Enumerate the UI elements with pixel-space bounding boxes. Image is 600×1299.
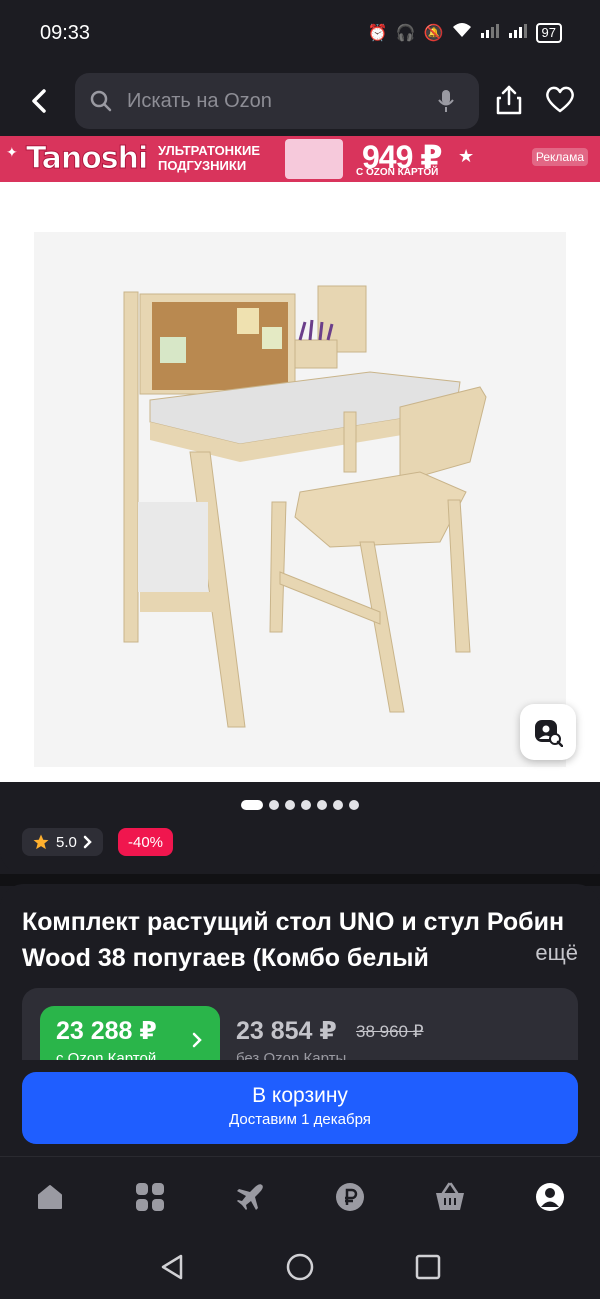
back-button[interactable] <box>22 84 56 118</box>
status-icons: ⏰ 🎧 🔕 97 <box>368 22 562 43</box>
system-back-button[interactable] <box>157 1252 187 1282</box>
diaper-pack-image <box>285 139 343 179</box>
circle-home-icon <box>286 1253 314 1281</box>
wifi-icon <box>452 22 472 43</box>
ruble-icon <box>336 1183 364 1211</box>
search-bar[interactable] <box>75 73 479 129</box>
share-button[interactable] <box>494 84 526 118</box>
signal-icon <box>480 22 500 43</box>
system-nav-bar <box>0 1236 600 1299</box>
favorite-button[interactable] <box>544 84 578 118</box>
gallery-dot[interactable] <box>317 800 327 810</box>
rating-row: 5.0 -40% <box>0 810 600 874</box>
nav-catalog[interactable] <box>134 1181 166 1213</box>
star-decoration-icon: ★ <box>458 146 475 166</box>
chevron-right-icon <box>83 835 92 849</box>
nav-profile[interactable] <box>534 1181 566 1213</box>
system-home-button[interactable] <box>285 1252 315 1282</box>
chevron-right-icon <box>192 1032 202 1048</box>
ozon-card-price-value: 23 288 ₽ <box>56 1017 157 1045</box>
rating-badge[interactable]: 5.0 <box>22 828 103 856</box>
product-image <box>34 232 566 767</box>
old-price: 38 960 ₽ <box>356 1022 424 1041</box>
signal-icon-2 <box>508 22 528 43</box>
ozon-card-price[interactable]: 23 288 ₽ с Ozon Картой <box>40 1006 220 1062</box>
alarm-icon: ⏰ <box>367 24 388 42</box>
star-icon <box>33 834 49 850</box>
mute-icon: 🔕 <box>423 24 444 42</box>
add-to-cart-button[interactable]: В корзину Доставим 1 декабря <box>22 1072 578 1144</box>
nav-home[interactable] <box>34 1181 66 1213</box>
profile-icon <box>536 1183 564 1211</box>
catalog-icon <box>136 1183 164 1211</box>
search-icon <box>89 89 113 118</box>
product-gallery[interactable] <box>0 182 600 782</box>
image-search-icon <box>535 720 563 747</box>
triangle-back-icon <box>161 1254 183 1280</box>
status-time: 09:33 <box>40 22 91 44</box>
ad-label: Реклама <box>531 148 588 166</box>
discount-badge: -40% <box>118 828 174 856</box>
chevron-left-icon <box>32 89 46 113</box>
microphone-icon[interactable] <box>437 89 455 118</box>
delivery-date: Доставим 1 декабря <box>229 1111 371 1128</box>
home-icon <box>38 1185 62 1209</box>
star-decoration-icon: ✦ <box>6 144 18 160</box>
nav-travel[interactable] <box>234 1181 266 1213</box>
system-recents-button[interactable] <box>413 1252 443 1282</box>
headphones-icon: 🎧 <box>395 24 416 42</box>
heart-icon <box>546 86 574 113</box>
banner-tagline-line1: УЛЬТРАТОНКИЕ <box>158 143 261 158</box>
price-box: 23 288 ₽ с Ozon Картой 23 854 ₽ 38 960 ₽… <box>22 988 578 1062</box>
gallery-dot[interactable] <box>301 800 311 810</box>
gallery-dot[interactable] <box>333 800 343 810</box>
banner-tagline-line2: ПОДГУЗНИКИ <box>158 158 247 173</box>
nav-cart[interactable] <box>434 1181 466 1213</box>
cart-area: В корзину Доставим 1 декабря <box>0 1060 600 1156</box>
top-header <box>0 66 600 136</box>
square-recents-icon <box>415 1254 441 1280</box>
gallery-dot[interactable] <box>269 800 279 810</box>
search-input[interactable] <box>127 73 427 129</box>
rating-value: 5.0 <box>56 833 77 851</box>
banner-price-note: С OZON КАРТОЙ <box>356 167 439 178</box>
banner-brand: Tanoshi <box>25 141 148 177</box>
basket-icon <box>436 1182 464 1210</box>
title-more-link[interactable]: ещё <box>495 940 578 966</box>
gallery-dot[interactable] <box>349 800 359 810</box>
product-info-card: Комплект растущий стол UNO и стул Робин … <box>0 884 600 1084</box>
gallery-dot[interactable] <box>241 800 263 810</box>
status-bar: 09:33 ⏰ 🎧 🔕 97 <box>0 0 600 66</box>
banner-tagline: УЛЬТРАТОНКИЕ ПОДГУЗНИКИ <box>158 143 260 173</box>
airplane-icon <box>237 1184 263 1210</box>
image-search-button[interactable] <box>520 704 576 760</box>
gallery-dot[interactable] <box>285 800 295 810</box>
bottom-nav <box>0 1156 600 1236</box>
share-icon <box>496 85 522 115</box>
regular-price: 23 854 ₽ <box>236 1017 337 1045</box>
ad-banner[interactable]: ✦ Tanoshi УЛЬТРАТОНКИЕ ПОДГУЗНИКИ 949 ₽ … <box>0 136 600 182</box>
battery-indicator: 97 <box>535 22 562 43</box>
add-to-cart-label: В корзину <box>252 1084 348 1107</box>
nav-finance[interactable] <box>334 1181 366 1213</box>
